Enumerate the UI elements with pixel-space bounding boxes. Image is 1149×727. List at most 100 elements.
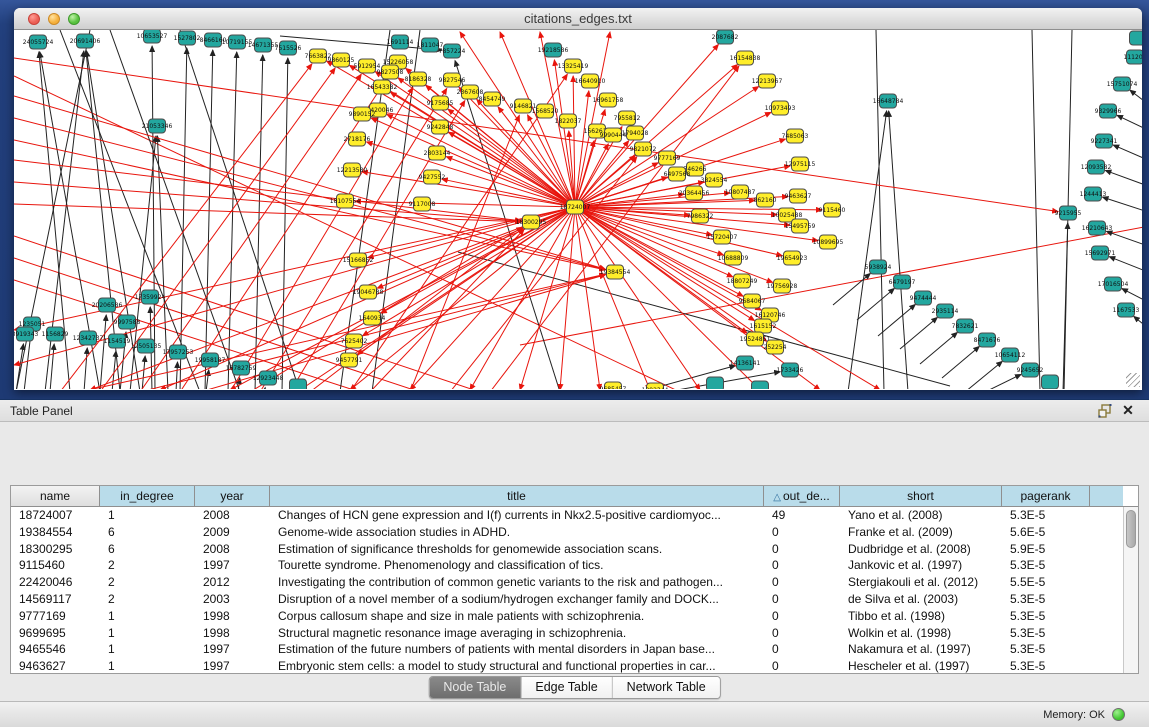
table-cell[interactable]: 0 xyxy=(764,591,840,608)
table-cell[interactable]: 2008 xyxy=(195,541,270,558)
graph-edge[interactable] xyxy=(152,46,155,389)
graph-edge[interactable] xyxy=(140,74,361,389)
table-cell[interactable]: 1998 xyxy=(195,608,270,625)
graph-node[interactable] xyxy=(290,379,307,389)
graph-edge[interactable] xyxy=(387,114,575,207)
graph-edge[interactable] xyxy=(1117,115,1142,130)
graph-edge[interactable] xyxy=(84,348,87,389)
graph-edge[interactable] xyxy=(14,204,521,222)
table-cell[interactable]: 9465546 xyxy=(11,641,100,658)
table-cell[interactable]: 2008 xyxy=(195,507,270,524)
column-header-name[interactable]: name xyxy=(11,486,100,506)
graph-edge[interactable] xyxy=(1130,90,1142,104)
graph-edge[interactable] xyxy=(180,30,300,389)
table-cell[interactable]: 2 xyxy=(100,591,195,608)
graph-edge[interactable] xyxy=(1109,257,1142,272)
table-cell[interactable]: 0 xyxy=(764,641,840,658)
table-cell[interactable]: 5.3E-5 xyxy=(1002,608,1090,625)
graph-edge[interactable] xyxy=(889,111,908,389)
table-cell[interactable] xyxy=(1090,574,1123,591)
table-cell[interactable]: 49 xyxy=(764,507,840,524)
table-cell[interactable]: 14569117 xyxy=(11,591,100,608)
graph-edge[interactable] xyxy=(238,378,240,389)
float-panel-icon[interactable] xyxy=(1097,403,1115,419)
table-cell[interactable]: 0 xyxy=(764,541,840,558)
table-row[interactable]: 946554611997Estimation of the future num… xyxy=(11,641,1138,658)
column-header-out_de[interactable]: △out_de... xyxy=(764,486,840,506)
table-cell[interactable]: 0 xyxy=(764,524,840,541)
graph-edge[interactable] xyxy=(370,229,524,389)
column-header-pagerank[interactable]: pagerank xyxy=(1002,486,1090,506)
table-cell[interactable]: Yano et al. (2008) xyxy=(840,507,1002,524)
tab-node-table[interactable]: Node Table xyxy=(429,677,521,698)
table-cell[interactable]: 1997 xyxy=(195,557,270,574)
table-cell[interactable] xyxy=(1090,591,1123,608)
graph-edge[interactable] xyxy=(228,52,237,389)
graph-edge[interactable] xyxy=(900,317,937,349)
table-cell[interactable]: 1 xyxy=(100,641,195,658)
table-cell[interactable]: 2 xyxy=(100,574,195,591)
graph-edge[interactable] xyxy=(1134,316,1142,328)
table-cell[interactable]: 18724007 xyxy=(11,507,100,524)
network-window-titlebar[interactable]: citations_edges.txt xyxy=(14,8,1142,30)
table-row[interactable]: 1456911722003Disruption of a novel membe… xyxy=(11,591,1138,608)
table-row[interactable]: 2242004622012Investigating the contribut… xyxy=(11,574,1138,591)
table-row[interactable]: 969969511998Structural magnetic resonanc… xyxy=(11,625,1138,642)
column-header-title[interactable]: title xyxy=(270,486,764,506)
graph-edge[interactable] xyxy=(206,370,209,389)
graph-edge[interactable] xyxy=(833,273,870,305)
graph-edge[interactable] xyxy=(357,207,575,354)
table-cell[interactable]: 1998 xyxy=(195,625,270,642)
graph-edge[interactable] xyxy=(1122,289,1142,302)
table-cell[interactable]: 5.3E-5 xyxy=(1002,557,1090,574)
table-cell[interactable]: 1997 xyxy=(195,641,270,658)
table-cell[interactable]: 5.3E-5 xyxy=(1002,658,1090,674)
graph-edge[interactable] xyxy=(1105,170,1142,186)
graph-edge[interactable] xyxy=(50,344,54,389)
table-cell[interactable]: Structural magnetic resonance image aver… xyxy=(270,625,764,642)
table-cell[interactable] xyxy=(1090,625,1123,642)
table-row[interactable]: 911546021997Tourette syndrome. Phenomeno… xyxy=(11,557,1138,574)
table-cell[interactable]: 1 xyxy=(100,658,195,674)
table-cell[interactable]: Estimation of significance thresholds fo… xyxy=(270,541,764,558)
table-cell[interactable]: 2012 xyxy=(195,574,270,591)
graph-edge[interactable] xyxy=(14,207,575,330)
graph-edge[interactable] xyxy=(14,160,521,221)
close-panel-icon[interactable]: ✕ xyxy=(1119,403,1137,419)
table-cell[interactable] xyxy=(1090,557,1123,574)
graph-edge[interactable] xyxy=(1113,145,1142,160)
table-cell[interactable]: 6 xyxy=(100,541,195,558)
table-cell[interactable]: 5.5E-5 xyxy=(1002,574,1090,591)
graph-edge[interactable] xyxy=(920,332,957,364)
column-header-in_degree[interactable]: in_degree xyxy=(100,486,195,506)
table-cell[interactable]: 5.9E-5 xyxy=(1002,541,1090,558)
table-cell[interactable]: 0 xyxy=(764,625,840,642)
table-cell[interactable]: 5.3E-5 xyxy=(1002,641,1090,658)
table-cell[interactable]: 9777169 xyxy=(11,608,100,625)
memory-status-indicator[interactable] xyxy=(1112,708,1125,721)
table-cell[interactable]: 2 xyxy=(100,557,195,574)
table-row[interactable]: 977716911998Corpus callosum shape and si… xyxy=(11,608,1138,625)
table-cell[interactable]: 5.3E-5 xyxy=(1002,591,1090,608)
table-cell[interactable]: Franke et al. (2009) xyxy=(840,524,1002,541)
graph-edge[interactable] xyxy=(100,315,106,389)
table-cell[interactable]: Hescheler et al. (1997) xyxy=(840,658,1002,674)
table-cell[interactable]: Nakamura et al. (1997) xyxy=(840,641,1002,658)
graph-edge[interactable] xyxy=(876,30,884,389)
tab-edge-table[interactable]: Edge Table xyxy=(521,677,612,698)
scrollbar-thumb[interactable] xyxy=(1126,510,1136,548)
table-cell[interactable]: Changes of HCN gene expression and I(f) … xyxy=(270,507,764,524)
table-row[interactable]: 1938455462009Genome-wide association stu… xyxy=(11,524,1138,541)
graph-edge[interactable] xyxy=(176,362,178,389)
table-cell[interactable]: Embryonic stem cells: a model to study s… xyxy=(270,658,764,674)
table-cell[interactable]: 1 xyxy=(100,507,195,524)
graph-edge[interactable] xyxy=(1103,197,1142,212)
table-row[interactable]: 1830029562008Estimation of significance … xyxy=(11,541,1138,558)
table-cell[interactable]: 22420046 xyxy=(11,574,100,591)
graph-edge[interactable] xyxy=(878,304,915,336)
table-cell[interactable]: Investigating the contribution of common… xyxy=(270,574,764,591)
graph-node[interactable] xyxy=(752,381,769,389)
graph-edge[interactable] xyxy=(942,346,979,378)
table-cell[interactable]: Estimation of the future numbers of pati… xyxy=(270,641,764,658)
table-cell[interactable]: Tourette syndrome. Phenomenology and cla… xyxy=(270,557,764,574)
